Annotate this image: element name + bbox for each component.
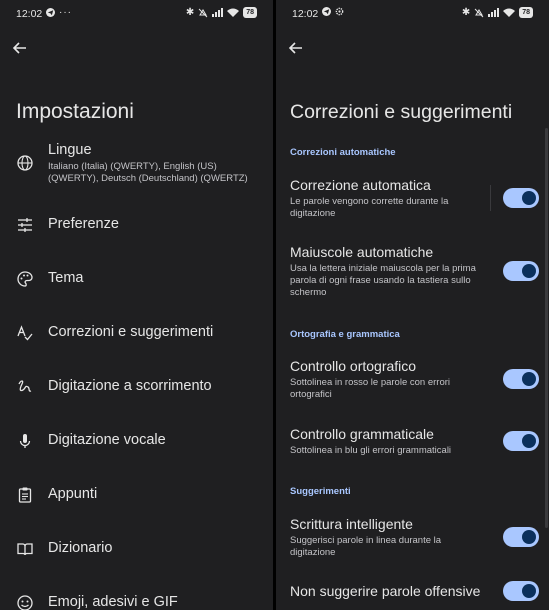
status-bar: 12:02 ··· ✱ 78 [0,0,273,26]
toggle-knob [522,584,536,598]
toggle-knob [522,530,536,544]
page-title: Impostazioni [16,100,134,123]
settings-item-label: Emoji, adesivi e GIF [48,594,178,610]
settings-screen: 12:02 ··· ✱ 78 Impostazioni Lingue Itali… [0,0,273,610]
palette-icon [17,271,33,287]
mute-icon [474,8,484,17]
pref-subtitle: Sottolinea in blu gli errori grammatical… [290,445,452,456]
settings-gear-icon [335,7,344,16]
pref-subtitle: Usa la lettera iniziale maiuscola per la… [290,263,476,298]
scrollbar[interactable] [545,128,548,528]
battery-icon: 78 [243,7,257,18]
section-header: Correzioni automatiche [290,147,396,158]
pref-subtitle: Suggerisci parole in linea durante la di… [290,535,442,558]
telegram-icon [46,8,55,17]
toggle-switch[interactable] [503,261,539,281]
corrections-screen: 12:02 ✱ 78 Correzioni e suggerimenti Cor… [276,0,549,610]
status-bar: 12:02 ✱ 78 [276,0,549,26]
settings-item-label: Lingue [48,142,92,158]
wifi-icon [227,8,240,17]
divider [490,185,491,211]
toggle-switch[interactable] [503,527,539,547]
spellcheck-icon [17,325,33,341]
settings-item-label: Digitazione a scorrimento [48,378,212,394]
page-title: Correzioni e suggerimenti [290,101,513,123]
bluetooth-icon: ✱ [461,7,471,18]
settings-item-emoji[interactable]: Emoji, adesivi e GIF [0,592,273,610]
pref-title: Maiuscole automatiche [290,244,434,260]
settings-item-appunti[interactable]: Appunti [0,484,273,506]
book-icon [17,543,33,556]
pref-title: Non suggerire parole offensive [290,583,481,599]
settings-item-label: Appunti [48,486,98,502]
settings-item-vocale[interactable]: Digitazione vocale [0,430,273,452]
mic-icon [19,434,31,448]
settings-item-label: Dizionario [48,540,113,556]
settings-item-label: Digitazione vocale [48,432,166,448]
settings-item-lingue[interactable]: Lingue Italiano (Italia) (QWERTY), Engli… [0,140,273,190]
pref-title: Scrittura intelligente [290,516,413,532]
pref-subtitle: Sottolinea in rosso le parole con errori… [290,377,451,400]
battery-icon: 78 [519,7,533,18]
settings-item-preferenze[interactable]: Preferenze [0,214,273,236]
settings-item-label: Preferenze [48,216,119,232]
settings-item-scorrimento[interactable]: Digitazione a scorrimento [0,376,273,398]
status-time: 12:02 [292,8,319,20]
pref-title: Correzione automatica [290,177,431,193]
status-right-icons: ✱ 78 [462,7,533,18]
more-notifications-icon: ··· [59,7,72,18]
signal-icon [212,8,224,17]
sliders-icon [18,218,32,232]
toggle-knob [522,264,536,278]
toggle-knob [522,372,536,386]
settings-item-label: Correzioni e suggerimenti [48,324,214,340]
settings-item-tema[interactable]: Tema [0,268,273,290]
status-left-icons: ··· [46,7,72,18]
back-arrow-icon[interactable] [10,38,30,58]
status-time: 12:02 [16,8,43,20]
emoji-icon [17,595,33,610]
settings-item-dizionario[interactable]: Dizionario [0,538,273,560]
status-left-icons [322,7,344,16]
gesture-icon [18,380,32,392]
signal-icon [488,8,500,17]
toggle-switch[interactable] [503,581,539,601]
settings-item-correzioni[interactable]: Correzioni e suggerimenti [0,322,273,344]
globe-icon [17,155,33,171]
telegram-icon [322,7,331,16]
settings-item-sub: Italiano (Italia) (QWERTY), English (US)… [48,161,248,184]
toggle-switch[interactable] [503,188,539,208]
pref-title: Controllo ortografico [290,358,417,374]
toggle-knob [522,191,536,205]
settings-item-label: Tema [48,270,84,286]
mute-icon [198,8,208,17]
pref-subtitle: Le parole vengono corrette durante la di… [290,196,449,219]
back-arrow-icon[interactable] [286,38,306,58]
pref-title: Controllo grammaticale [290,426,434,442]
toggle-switch[interactable] [503,431,539,451]
status-right-icons: ✱ 78 [186,7,257,18]
toggle-knob [522,434,536,448]
toggle-switch[interactable] [503,369,539,389]
wifi-icon [503,8,516,17]
section-header: Ortografia e grammatica [290,329,400,340]
bluetooth-icon: ✱ [185,7,195,18]
section-header: Suggerimenti [290,486,351,497]
clipboard-icon [18,487,32,503]
